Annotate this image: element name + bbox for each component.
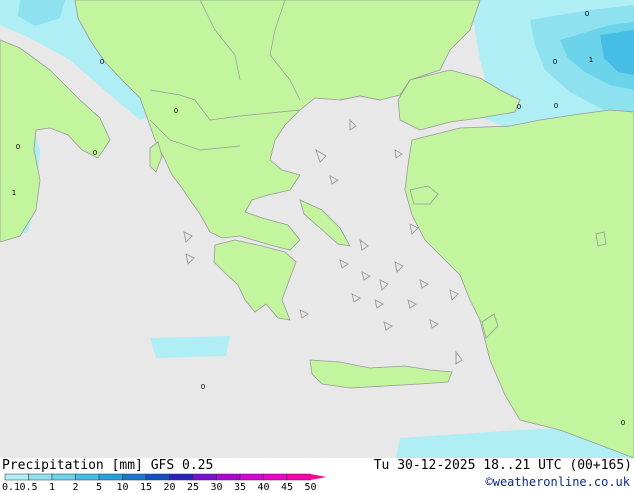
legend-swatch [192, 473, 217, 481]
credit-link[interactable]: ©weatheronline.co.uk [486, 475, 631, 489]
legend-tick-label: 20 [163, 482, 176, 493]
cell-value: 0 [554, 102, 558, 110]
legend-tick-label: 1 [48, 482, 56, 493]
legend-tick-label: 45 [280, 482, 294, 493]
legend-tick-label: 10 [116, 482, 129, 493]
cell-value: 0 [201, 383, 205, 391]
legend-swatch [51, 473, 76, 481]
legend-swatch [98, 473, 123, 481]
cell-value: 0 [174, 107, 178, 115]
legend-tick-label: 0.1 [1, 482, 21, 493]
legend-tick-label: 25 [186, 482, 200, 493]
legend-swatch [75, 473, 100, 481]
cell-value: 0 [16, 143, 20, 151]
legend-swatch [216, 473, 241, 481]
legend-tick-label: 15 [139, 482, 153, 493]
legend-swatch [286, 473, 311, 481]
cell-value: 0 [100, 58, 104, 66]
cell-value: 0 [517, 103, 521, 111]
legend-tick-label: 30 [210, 482, 223, 493]
cell-value: 0 [553, 58, 557, 66]
legend-colorbar [4, 473, 327, 481]
forecast-time: Tu 30-12-2025 18..21 UTC (00+165) [373, 458, 632, 473]
precip-area-south [150, 336, 230, 358]
legend-swatch [263, 473, 288, 481]
precipitation-map[interactable]: 0 0 0 0 0 1 1 0 0 0 0 0 [0, 0, 634, 458]
cell-value: 0 [93, 149, 97, 157]
cell-value: 1 [589, 56, 593, 64]
legend-swatch [122, 473, 147, 481]
legend-tick-label: 40 [257, 482, 270, 493]
cell-value: 1 [12, 189, 16, 197]
legend-arrow [310, 474, 327, 480]
legend-tick-label: 2 [72, 482, 79, 493]
legend-tick-label: 5 [95, 482, 103, 493]
cell-value: 0 [621, 419, 625, 427]
legend-swatch [169, 473, 194, 481]
legend-swatch [28, 473, 53, 481]
legend-swatch [4, 473, 29, 481]
legend-tick-label: 35 [233, 482, 247, 493]
legend-swatch [145, 473, 170, 481]
legend-swatch [239, 473, 264, 481]
legend-tick-label: 50 [304, 482, 317, 493]
precip-legend: 0.1 0.5 1 2 5 10 15 20 25 30 35 40 45 50 [0, 473, 340, 493]
legend-tick-label: 0.5 [19, 482, 38, 493]
land-cyprus-edge [595, 231, 607, 247]
cell-value: 0 [585, 10, 589, 18]
map-title: Precipitation [mm] GFS 0.25 [2, 458, 214, 473]
